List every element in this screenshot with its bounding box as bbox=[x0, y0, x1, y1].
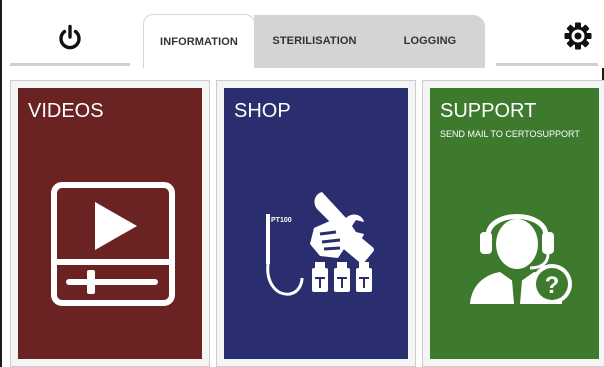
power-button[interactable] bbox=[57, 24, 83, 52]
support-agent-icon: ? bbox=[470, 214, 572, 304]
tile-title: VIDEOS bbox=[28, 100, 104, 122]
tab-strip-underline bbox=[255, 66, 485, 68]
tab-logging[interactable]: LOGGING bbox=[375, 15, 485, 67]
videos-tile[interactable]: VIDEOS bbox=[10, 80, 210, 367]
gear-icon bbox=[564, 22, 592, 50]
tab-sterilisation[interactable]: STERILISATION bbox=[254, 15, 376, 67]
header-divider-right bbox=[496, 63, 598, 66]
shop-tile[interactable]: SHOP PT100 bbox=[216, 80, 416, 367]
svg-text:?: ? bbox=[545, 272, 560, 299]
tab-information[interactable]: INFORMATION bbox=[143, 14, 255, 68]
tab-label: LOGGING bbox=[403, 35, 457, 47]
app-frame: STERILISATION LOGGING INFORMATION VIDEOS… bbox=[0, 0, 604, 367]
probe-label: PT100 bbox=[271, 217, 292, 224]
tab-label: INFORMATION bbox=[160, 35, 238, 48]
header-divider-left bbox=[10, 63, 130, 66]
video-player-icon bbox=[51, 182, 175, 306]
tab-label: STERILISATION bbox=[272, 35, 357, 47]
tile-title: SUPPORT bbox=[440, 100, 537, 122]
shop-tile-panel: SHOP PT100 bbox=[224, 88, 408, 359]
videos-tile-panel: VIDEOS bbox=[18, 88, 202, 359]
support-tile-panel: SUPPORT SEND MAIL TO CERTOSUPPORT ? bbox=[430, 88, 599, 359]
tile-subtitle: SEND MAIL TO CERTOSUPPORT bbox=[440, 129, 580, 139]
tools-sensor-icon: PT100 bbox=[266, 192, 374, 296]
tile-title: SHOP bbox=[234, 100, 291, 122]
power-icon bbox=[59, 24, 81, 50]
settings-button[interactable] bbox=[563, 21, 593, 51]
header-bar: STERILISATION LOGGING INFORMATION bbox=[2, 0, 604, 68]
tiles-grid: VIDEOS SHOP PT100 SUPPORT SEND MAIL TO C… bbox=[2, 80, 604, 367]
support-tile[interactable]: SUPPORT SEND MAIL TO CERTOSUPPORT ? bbox=[422, 80, 604, 367]
